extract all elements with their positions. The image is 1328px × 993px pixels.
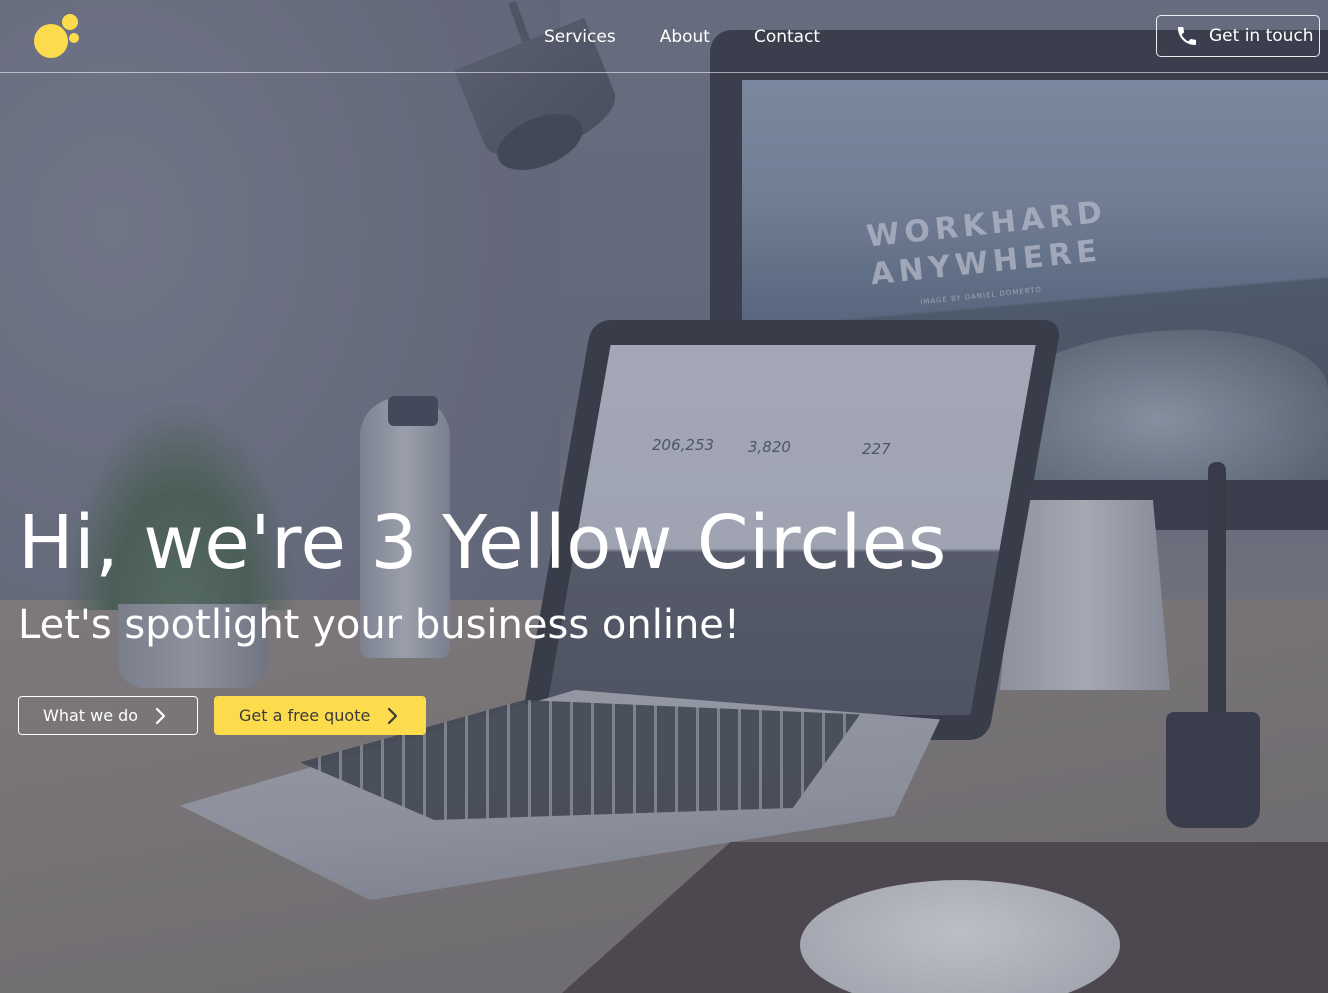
- chevron-right-icon: [388, 707, 398, 724]
- nav-link-about[interactable]: About: [660, 26, 710, 48]
- chevron-right-icon: [155, 707, 166, 724]
- nav-link-contact[interactable]: Contact: [754, 26, 820, 48]
- site-header: Services About Contact Get in touch: [0, 0, 1328, 73]
- get-in-touch-button[interactable]: Get in touch: [1156, 15, 1320, 57]
- logo-circle-large: [34, 24, 68, 58]
- hero-background-image: WORKHARD ANYWHERE IMAGE BY DANIEL DOMERT…: [0, 0, 1328, 993]
- logo-circle-medium: [62, 14, 78, 30]
- background-overlay: [0, 0, 1328, 993]
- get-free-quote-label: Get a free quote: [239, 706, 371, 725]
- three-circles-logo-icon[interactable]: [32, 14, 82, 60]
- what-we-do-label: What we do: [43, 706, 139, 725]
- get-free-quote-button[interactable]: Get a free quote: [214, 696, 426, 735]
- hero-subtitle: Let's spotlight your business online!: [18, 602, 740, 648]
- phone-icon: [1178, 27, 1196, 45]
- hero-title: Hi, we're 3 Yellow Circles: [18, 500, 947, 586]
- main-nav: Services About Contact: [544, 26, 820, 48]
- nav-link-services[interactable]: Services: [544, 26, 616, 48]
- get-in-touch-label: Get in touch: [1209, 26, 1314, 46]
- logo-circle-small: [69, 33, 79, 43]
- what-we-do-button[interactable]: What we do: [18, 696, 198, 735]
